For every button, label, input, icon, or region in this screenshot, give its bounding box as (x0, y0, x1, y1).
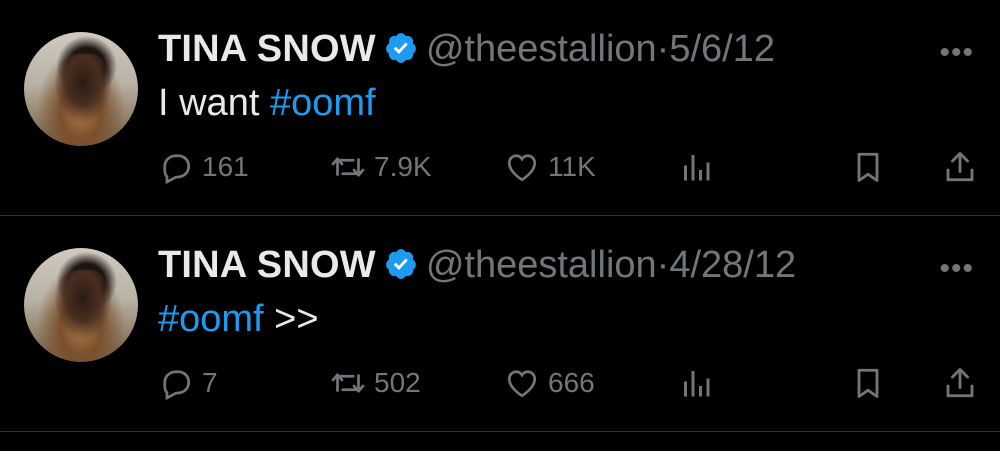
reply-count: 7 (202, 367, 218, 398)
handle[interactable]: @theestallion (426, 244, 657, 286)
action-bar: 161 7.9K 11K (158, 144, 978, 190)
share-button[interactable] (942, 360, 986, 406)
like-button[interactable]: 666 (504, 360, 595, 406)
verified-badge-icon (385, 249, 416, 279)
bookmark-icon (857, 368, 879, 398)
tweet-text: I want #oomf (158, 80, 376, 126)
like-count: 666 (548, 367, 595, 398)
avatar[interactable] (24, 248, 138, 362)
verified-badge-icon (385, 33, 416, 63)
retweet-icon (331, 157, 365, 177)
tweet-text: #oomf >> (158, 296, 319, 342)
views-icon (684, 371, 710, 397)
reply-icon (163, 154, 191, 185)
bookmark-icon (857, 152, 879, 182)
tweet[interactable]: TINA SNOW @theestallion·4/28/12 ••• #oomf… (0, 216, 1000, 432)
hashtag-link[interactable]: #oomf (270, 82, 376, 124)
like-icon (507, 370, 537, 398)
tweet-text-plain: I want (158, 82, 270, 124)
display-name[interactable]: TINA SNOW (158, 28, 376, 70)
tweet-header: TINA SNOW @theestallion·4/28/12 (158, 242, 796, 288)
more-icon[interactable]: ••• (939, 36, 974, 70)
bookmark-button[interactable] (850, 144, 894, 190)
views-button[interactable] (678, 360, 722, 406)
reply-icon (163, 370, 191, 401)
views-button[interactable] (678, 144, 722, 190)
retweet-icon (331, 373, 365, 393)
retweet-button[interactable]: 7.9K (330, 144, 432, 190)
tweet-text-after: >> (263, 298, 319, 340)
tweet-header: TINA SNOW @theestallion·5/6/12 (158, 26, 775, 72)
share-button[interactable] (942, 144, 986, 190)
reply-count: 161 (202, 151, 249, 182)
share-icon (946, 152, 974, 182)
handle[interactable]: @theestallion (426, 28, 657, 70)
reply-button[interactable]: 7 (158, 360, 218, 406)
separator-dot: · (656, 244, 670, 286)
avatar[interactable] (24, 32, 138, 146)
retweet-button[interactable]: 502 (330, 360, 421, 406)
separator-dot: · (656, 28, 670, 70)
tweet-date[interactable]: 4/28/12 (669, 244, 796, 286)
tweet[interactable]: TINA SNOW @theestallion·5/6/12 ••• I want… (0, 0, 1000, 216)
display-name[interactable]: TINA SNOW (158, 244, 376, 286)
hashtag-link[interactable]: #oomf (158, 298, 264, 340)
tweet-date[interactable]: 5/6/12 (669, 28, 775, 70)
retweet-count: 7.9K (374, 151, 432, 182)
more-icon[interactable]: ••• (939, 252, 974, 286)
reply-button[interactable]: 161 (158, 144, 249, 190)
action-bar: 7 502 666 (158, 360, 978, 406)
views-icon (684, 155, 710, 181)
retweet-count: 502 (374, 367, 421, 398)
like-count: 11K (548, 151, 596, 182)
bookmark-button[interactable] (850, 360, 894, 406)
like-icon (507, 154, 537, 182)
share-icon (946, 368, 974, 398)
like-button[interactable]: 11K (504, 144, 596, 190)
